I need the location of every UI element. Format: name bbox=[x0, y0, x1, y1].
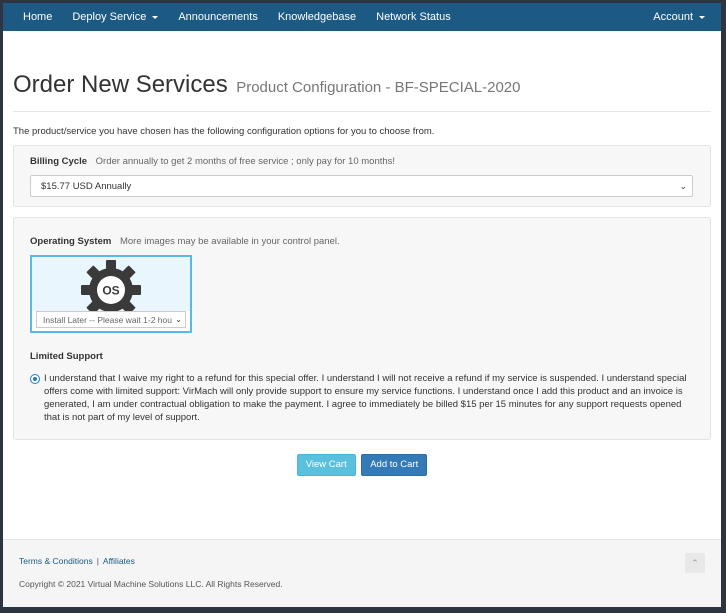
footer-separator: | bbox=[96, 556, 99, 566]
page-footer: Terms & Conditions | Affiliates Copyright … bbox=[3, 539, 721, 607]
page-title: Order New Services bbox=[13, 71, 228, 98]
limited-support-radio[interactable] bbox=[30, 374, 40, 384]
view-cart-button[interactable]: View Cart bbox=[296, 454, 356, 476]
nav-account[interactable]: Account bbox=[643, 11, 715, 23]
nav-account-label: Account bbox=[653, 11, 693, 23]
billing-cycle-label: Billing Cycle bbox=[30, 156, 88, 167]
chevron-down-icon: ⌄ bbox=[175, 315, 182, 324]
main-content: Order New Services Product Configuration… bbox=[3, 71, 721, 476]
footer-links: Terms & Conditions | Affiliates bbox=[19, 556, 705, 566]
terms-link[interactable]: Terms & Conditions bbox=[19, 556, 93, 566]
os-hint: More images may be available in your con… bbox=[119, 236, 340, 247]
back-to-top-button[interactable]: ⌃ bbox=[685, 553, 705, 573]
caret-down-icon bbox=[152, 15, 159, 19]
nav-home[interactable]: Home bbox=[13, 11, 62, 23]
limited-support-text: I understand that I waive my right to a … bbox=[44, 373, 687, 423]
add-to-cart-button[interactable]: Add to Cart bbox=[361, 454, 428, 476]
page-header: Order New Services Product Configuration… bbox=[13, 71, 711, 112]
top-navbar: Home Deploy Service Announcements Knowle… bbox=[3, 3, 721, 31]
limited-support-title: Limited Support bbox=[30, 351, 103, 362]
limited-support-option[interactable]: I understand that I waive my right to a … bbox=[30, 372, 694, 424]
browser-frame: Home Deploy Service Announcements Knowle… bbox=[3, 3, 721, 607]
os-label: Operating System bbox=[30, 236, 112, 247]
billing-cycle-value: $15.77 USD Annually bbox=[41, 180, 132, 192]
cart-buttons: View Cart Add to Cart bbox=[13, 454, 711, 476]
billing-cycle-hint: Order annually to get 2 months of free s… bbox=[95, 156, 396, 167]
affiliates-link[interactable]: Affiliates bbox=[103, 556, 135, 566]
caret-down-icon bbox=[699, 15, 705, 19]
os-card-image: OS bbox=[32, 257, 190, 320]
billing-cycle-select[interactable]: $15.77 USD Annually ⌄ bbox=[30, 175, 693, 197]
os-label-row: Operating System More images may be avai… bbox=[30, 236, 694, 247]
billing-cycle-panel: Billing Cycle Order annually to get 2 mo… bbox=[13, 145, 711, 207]
nav-knowledgebase[interactable]: Knowledgebase bbox=[268, 11, 366, 23]
chevron-up-icon: ⌃ bbox=[691, 557, 699, 568]
billing-label-row: Billing Cycle Order annually to get 2 mo… bbox=[30, 156, 694, 167]
nav-network-status[interactable]: Network Status bbox=[366, 11, 461, 23]
os-image-card[interactable]: OS Install Later -- Please wait 1-2 hou … bbox=[30, 255, 192, 333]
nav-announcements[interactable]: Announcements bbox=[168, 11, 268, 23]
copyright-text: Copyright © 2021 Virtual Machine Solutio… bbox=[19, 579, 283, 589]
intro-text: The product/service you have chosen has … bbox=[13, 126, 435, 137]
os-select[interactable]: Install Later -- Please wait 1-2 hou ⌄ bbox=[36, 311, 186, 328]
configuration-panel: Operating System More images may be avai… bbox=[13, 217, 711, 440]
os-select-value: Install Later -- Please wait 1-2 hou bbox=[43, 314, 172, 325]
page-subtitle: Product Configuration - BF-SPECIAL-2020 bbox=[236, 79, 521, 96]
nav-deploy-service-label: Deploy Service bbox=[72, 11, 147, 23]
nav-deploy-service[interactable]: Deploy Service bbox=[62, 11, 168, 23]
chevron-down-icon: ⌄ bbox=[679, 181, 687, 191]
os-badge-text: OS bbox=[102, 284, 119, 298]
